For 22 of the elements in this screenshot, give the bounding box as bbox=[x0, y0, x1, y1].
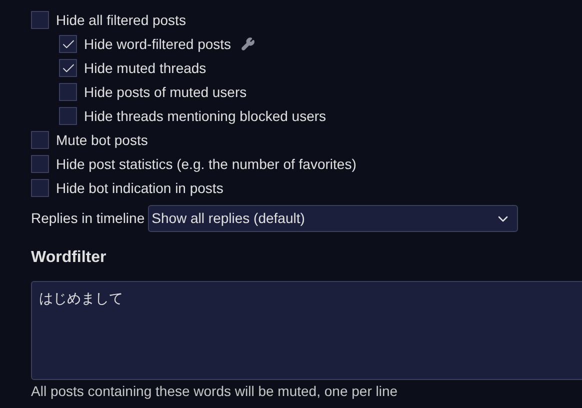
wrench-icon[interactable] bbox=[241, 37, 256, 51]
checkbox[interactable] bbox=[59, 59, 77, 77]
section-heading: Wordfilter bbox=[31, 248, 108, 268]
select-label: Replies in timeline bbox=[31, 209, 145, 228]
wordfilter-field[interactable]: はじめまして bbox=[31, 281, 582, 380]
checkbox-label: Hide post statistics (e.g. the number of favorites) bbox=[56, 154, 356, 174]
checkbox-label: Mute bot posts bbox=[56, 130, 148, 150]
checkbox[interactable] bbox=[59, 83, 77, 101]
checkbox-label: Hide posts of muted users bbox=[84, 82, 247, 102]
checkbox-label: Hide threads mentioning blocked users bbox=[84, 106, 326, 126]
checkbox-label: Hide muted threads bbox=[84, 58, 206, 78]
hint-text: All posts containing these words will be muted, one per line bbox=[31, 382, 399, 401]
checkbox[interactable] bbox=[59, 107, 77, 125]
checkbox[interactable] bbox=[31, 179, 49, 197]
checkbox[interactable] bbox=[31, 131, 49, 149]
checkbox[interactable] bbox=[31, 155, 49, 173]
checkbox-label: Hide word-filtered posts bbox=[84, 34, 232, 54]
checkbox[interactable] bbox=[31, 11, 49, 29]
replies-select[interactable]: Show all replies (default) bbox=[148, 205, 518, 232]
checkbox-label: Hide all filtered posts bbox=[56, 10, 186, 30]
checkbox[interactable] bbox=[59, 35, 77, 53]
checkbox-label: Hide bot indication in posts bbox=[56, 178, 224, 198]
